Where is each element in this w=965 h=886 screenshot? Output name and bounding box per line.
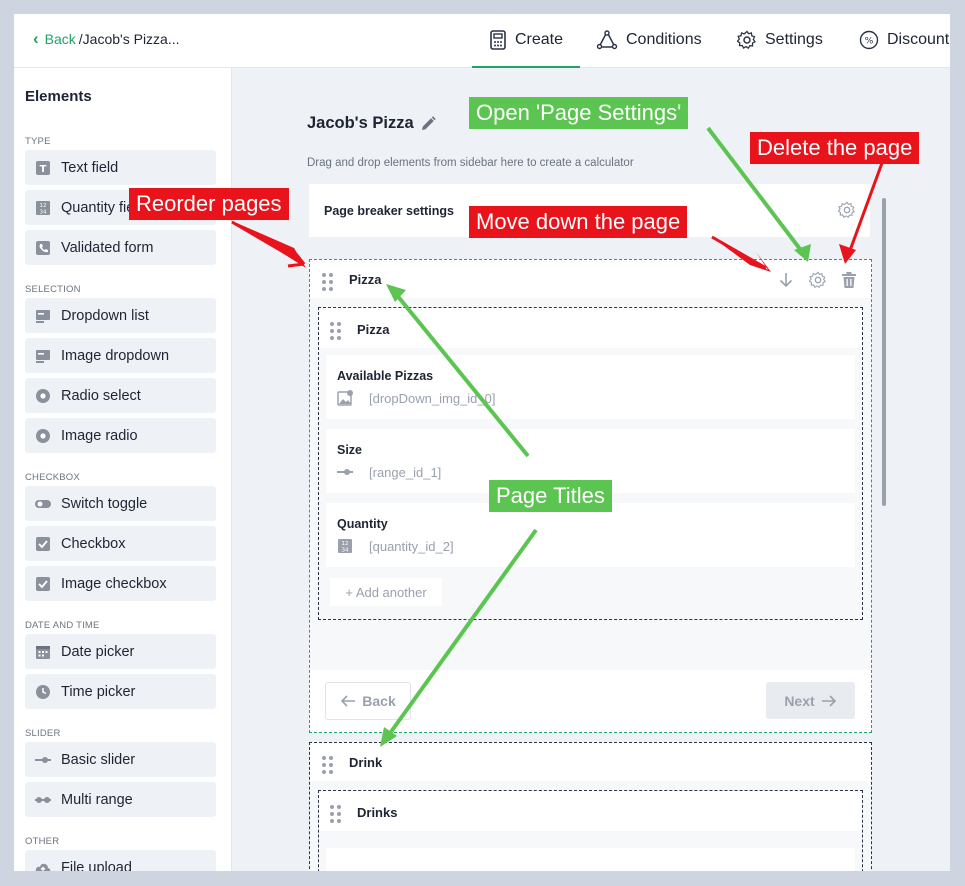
arrow-title1-line: [394, 292, 530, 458]
arrow-title1-head: [386, 284, 406, 302]
annotation-reorder-pages: Reorder pages: [129, 188, 289, 220]
arrow-move-down-line: [711, 235, 767, 270]
annotation-move-down: Move down the page: [469, 206, 688, 238]
annotation-delete-page: Delete the page: [750, 132, 920, 164]
annotation-open-settings: Open 'Page Settings': [469, 97, 689, 129]
arrow-delete-head: [839, 244, 856, 264]
annotation-page-titles: Page Titles: [489, 480, 612, 512]
arrow-delete-line: [846, 162, 884, 257]
arrow-title2-line: [386, 528, 538, 738]
